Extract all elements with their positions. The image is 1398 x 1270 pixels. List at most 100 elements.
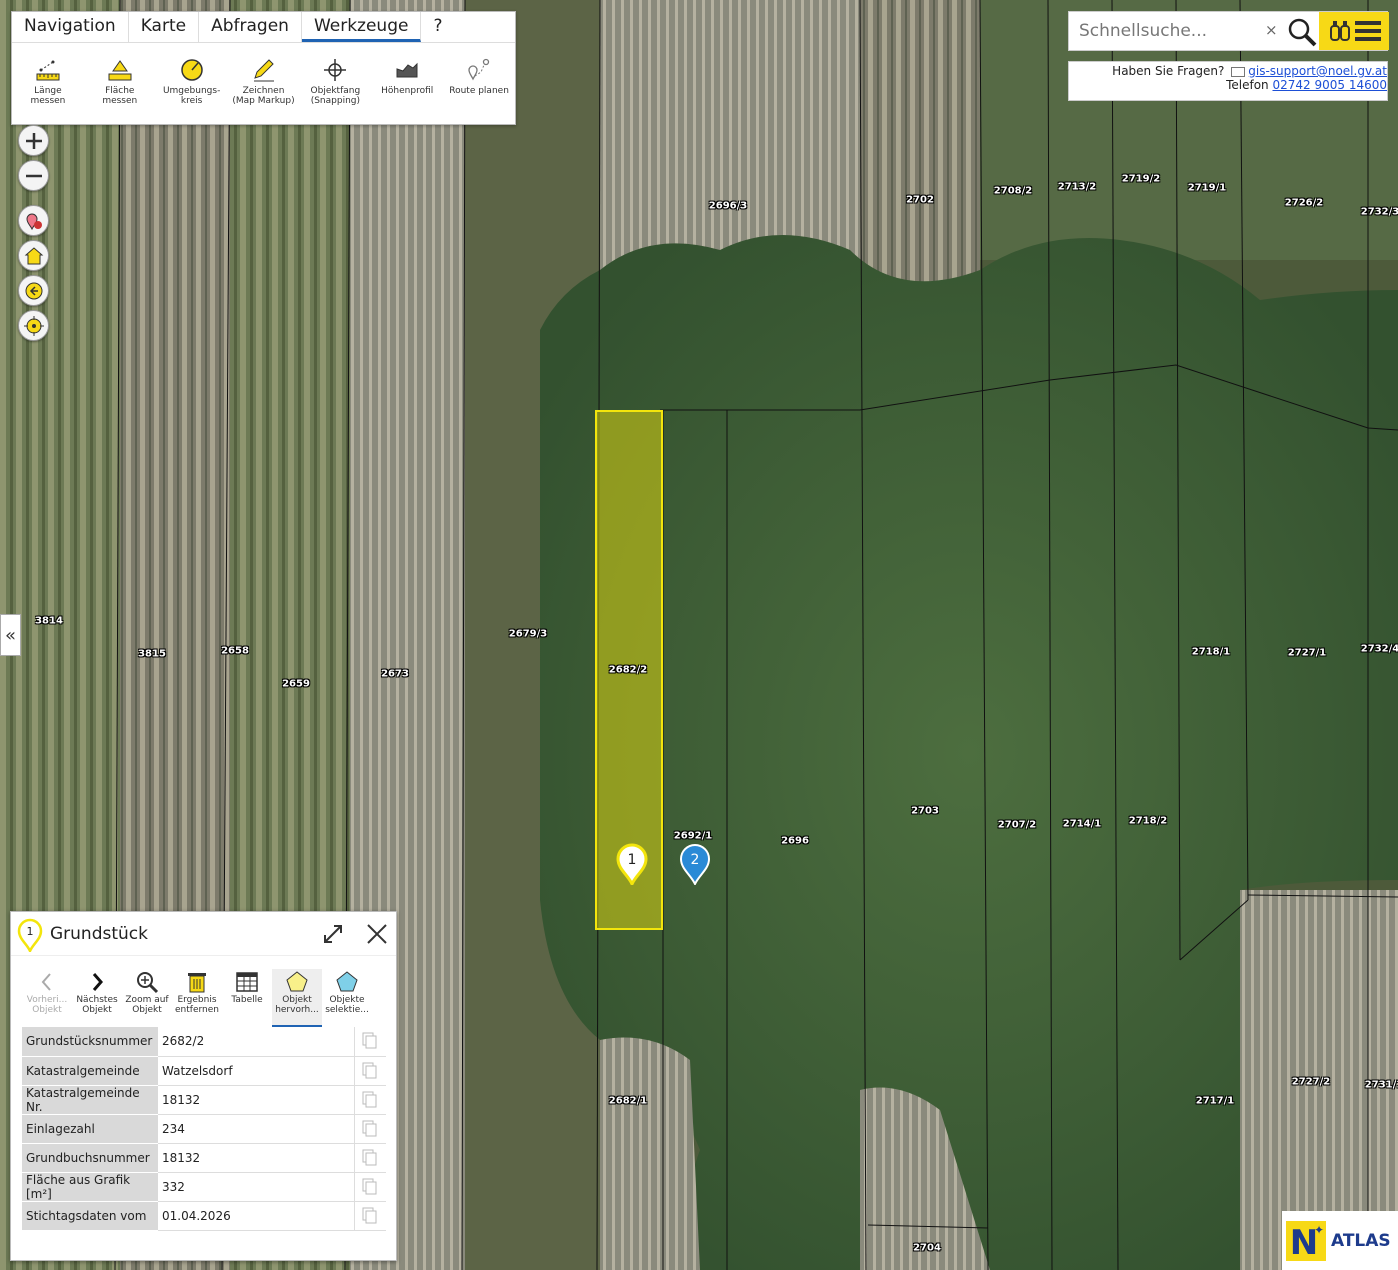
previous-view-button[interactable] (18, 275, 49, 306)
attribute-value: 18132 (158, 1085, 354, 1115)
parcel-label: 3814 (35, 615, 63, 627)
support-email-link[interactable]: gis-support@noel.gv.at (1248, 64, 1387, 78)
attribute-key: Katastralgemeinde Nr. (22, 1085, 158, 1115)
copy-button[interactable] (353, 1056, 386, 1086)
zoom-in-button[interactable] (18, 125, 49, 156)
parcel-label: 2727/2 (1291, 1076, 1331, 1088)
back-arrow-icon (25, 282, 42, 299)
pencil-icon (253, 59, 274, 82)
snapping-button[interactable]: Objektfang (Snapping) (299, 57, 371, 106)
attribute-row: Katastralgemeinde Watzelsdorf (22, 1056, 386, 1086)
copy-icon (362, 1062, 377, 1078)
copy-button[interactable] (353, 1027, 386, 1057)
parcel-label: 2708/2 (993, 185, 1033, 197)
double-chevron-left-icon: « (4, 624, 16, 646)
table-icon (236, 972, 258, 992)
tab-abfragen[interactable]: Abfragen (199, 12, 302, 42)
location-pin-icon (25, 213, 42, 230)
attribute-key: Grundstücksnummer (22, 1027, 158, 1057)
parcel-label: 2718/2 (1128, 815, 1168, 827)
copy-button[interactable] (353, 1085, 386, 1115)
attribute-row: Einlagezahl 234 (22, 1114, 386, 1144)
tool-label: Länge messen (30, 86, 66, 106)
next-object-button[interactable]: Nächstes Objekt (72, 969, 122, 1027)
tool-label: Objektfang (Snapping) (310, 86, 361, 106)
noe-atlas-logo: N ✦ ATLAS (1282, 1211, 1398, 1270)
remove-result-button[interactable]: Ergebnis entfernen (172, 969, 222, 1027)
tab-help[interactable]: ? (421, 12, 454, 42)
parcel-label: 2696/3 (708, 200, 748, 212)
mail-icon (1231, 66, 1246, 77)
attribute-value: 2682/2 (158, 1027, 354, 1057)
expand-icon[interactable] (322, 923, 344, 945)
chevron-left-icon (41, 973, 51, 991)
attribute-row: Grundbuchsnummer 18132 (22, 1143, 386, 1173)
parcel-label: 2718/1 (1191, 646, 1231, 658)
attribute-value: 01.04.2026 (158, 1201, 354, 1231)
parcel-label: 2692/1 (673, 830, 713, 842)
ptool-label: Objekt hervorh... (275, 995, 319, 1015)
draw-markup-button[interactable]: Zeichnen (Map Markup) (228, 57, 300, 106)
parcel-label: 3815 (138, 648, 166, 660)
minus-icon (25, 174, 42, 177)
table-button[interactable]: Tabelle (222, 969, 272, 1027)
copy-button[interactable] (353, 1201, 386, 1231)
measure-length-button[interactable]: Länge messen (12, 57, 84, 106)
measure-area-icon (108, 60, 132, 81)
measure-area-button[interactable]: Fläche messen (84, 57, 156, 106)
support-phone-link[interactable]: 02742 9005 14600 (1272, 78, 1387, 92)
attribute-value: 332 (158, 1172, 354, 1202)
binoculars-menu-icon (1330, 21, 1381, 41)
marker-number: 2 (691, 852, 700, 868)
collapse-panel-button[interactable]: « (0, 614, 21, 656)
my-location-button[interactable] (18, 310, 49, 341)
panel-title: Grundstück (50, 924, 148, 944)
search-icon[interactable] (1285, 15, 1319, 49)
zoom-in-icon (137, 972, 159, 994)
parcel-label: 2714/1 (1062, 818, 1102, 830)
feature-info-panel: 1 Grundstück Vorheri... Objekt Nächstes … (10, 911, 397, 1261)
home-button[interactable] (18, 240, 49, 271)
plus-icon (25, 132, 42, 149)
parcel-label: 2679/3 (508, 628, 548, 640)
highlight-object-button[interactable]: Objekt hervorh... (272, 969, 322, 1027)
parcel-label: 2707/2 (997, 819, 1037, 831)
tool-label: Umgebungs-kreis (162, 86, 221, 106)
copy-button[interactable] (353, 1143, 386, 1173)
highlight-polygon-icon (286, 971, 308, 992)
zoom-out-button[interactable] (18, 160, 49, 191)
crosshair-icon (324, 59, 347, 81)
select-objects-button[interactable]: Objekte selektie... (322, 969, 372, 1027)
tab-karte[interactable]: Karte (129, 12, 200, 42)
previous-object-button[interactable]: Vorheri... Objekt (22, 969, 72, 1027)
tool-label: Höhenprofil (381, 86, 434, 96)
tab-navigation[interactable]: Navigation (12, 12, 129, 42)
parcel-label: 2659 (282, 678, 310, 690)
menu-button[interactable] (1319, 12, 1389, 50)
zoom-to-object-button[interactable]: Zoom auf Objekt (122, 969, 172, 1027)
chevron-right-icon (92, 973, 103, 991)
locate-pin-button[interactable] (18, 205, 49, 236)
route-button[interactable]: Route planen (443, 57, 515, 106)
tab-werkzeuge[interactable]: Werkzeuge (301, 12, 422, 42)
radius-circle-button[interactable]: Umgebungs-kreis (156, 57, 228, 106)
copy-icon (362, 1178, 377, 1194)
attribute-key: Einlagezahl (22, 1114, 158, 1144)
attribute-row: Stichtagsdaten vom 01.04.2026 (22, 1201, 386, 1231)
tool-label: Fläche messen (102, 86, 138, 106)
clear-search-button[interactable]: × (1265, 21, 1278, 39)
tool-label: Zeichnen (Map Markup) (232, 86, 295, 106)
attribute-table: Grundstücksnummer 2682/2 Katastralgemeinde… (22, 1027, 386, 1231)
search-input[interactable] (1069, 12, 1269, 50)
tool-label: Route planen (449, 86, 509, 96)
parcel-label: 2682/2 (608, 664, 648, 676)
map-marker-2[interactable]: 2 (679, 843, 711, 885)
close-icon[interactable] (365, 922, 389, 946)
parcel-label: 2673 (381, 668, 409, 680)
copy-button[interactable] (353, 1114, 386, 1144)
copy-button[interactable] (353, 1172, 386, 1202)
parcel-label: 2702 (906, 194, 934, 206)
map-marker-1[interactable]: 1 (616, 843, 648, 885)
elevation-profile-button[interactable]: Höhenprofil (371, 57, 443, 106)
ptool-label: Vorheri... Objekt (26, 995, 68, 1015)
